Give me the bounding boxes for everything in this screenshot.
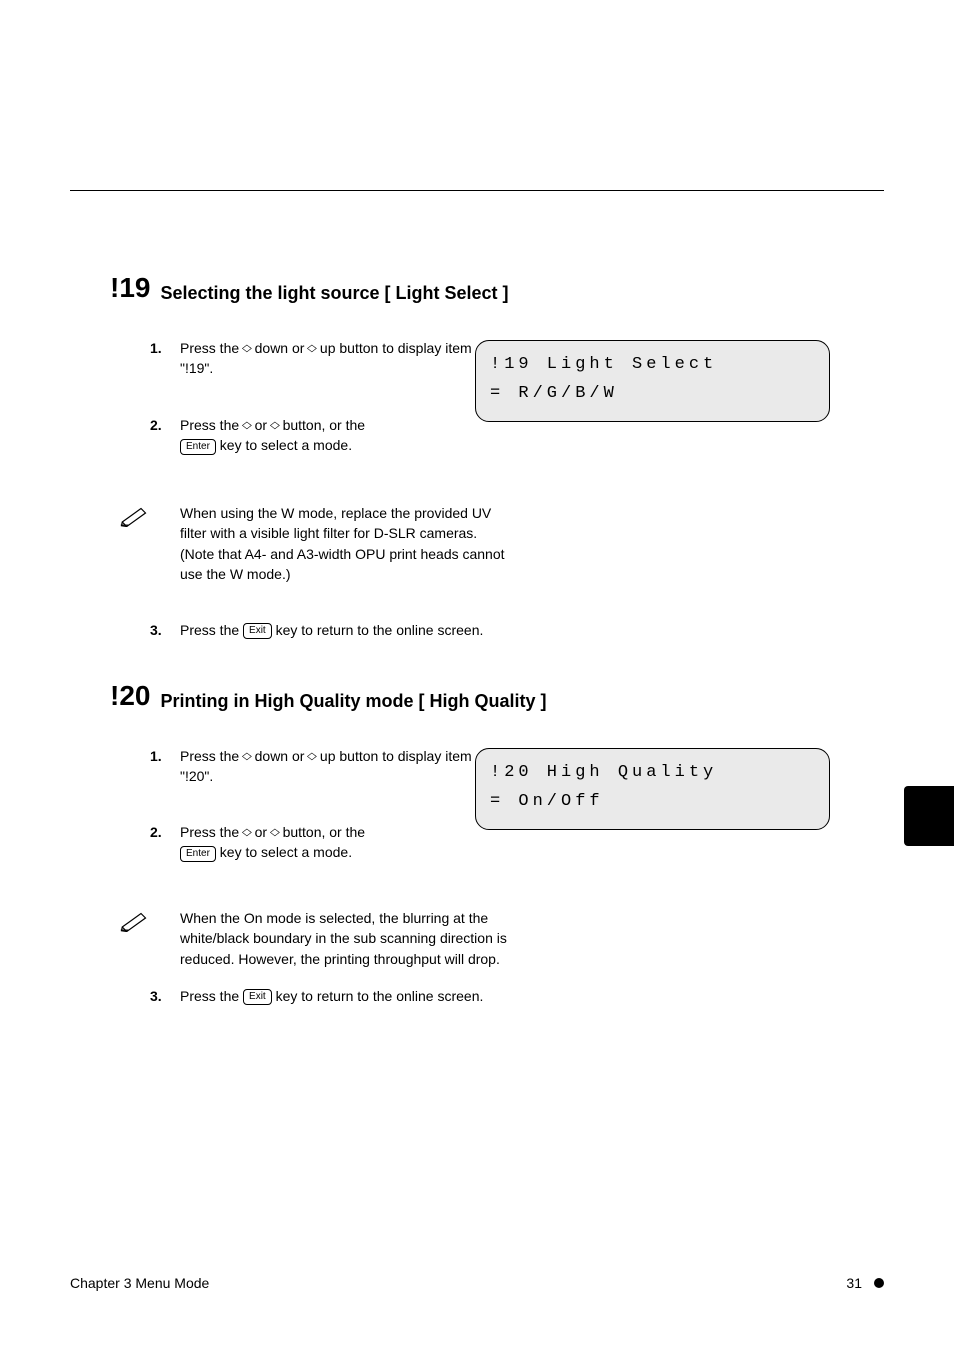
- pencil-icon: [120, 910, 150, 937]
- text: or: [255, 824, 271, 840]
- step-text: Press the ◇ or ◇ button, or the Enter ke…: [180, 415, 490, 456]
- text: Press the: [180, 748, 243, 764]
- text: or: [255, 417, 271, 433]
- diamond-up-icon: ◇: [307, 750, 317, 765]
- text: down or: [255, 748, 309, 764]
- lcd-line-2: = On/Off: [490, 788, 815, 817]
- step-text: Press the Exit key to return to the onli…: [180, 620, 510, 640]
- text: down or: [255, 340, 309, 356]
- diamond-left-icon: ◇: [242, 419, 252, 434]
- enter-key: Enter: [180, 846, 216, 862]
- enter-key: Enter: [180, 439, 216, 455]
- lcd-line-1: !20 High Quality: [490, 759, 815, 788]
- note-text: When the On mode is selected, the blurri…: [180, 908, 520, 969]
- exit-key: Exit: [243, 623, 272, 639]
- text: key to return to the online screen.: [276, 988, 484, 1004]
- text: Press the: [180, 824, 243, 840]
- lcd-line-2: = R/G/B/W: [490, 380, 815, 409]
- diamond-right-icon: ◇: [270, 826, 280, 841]
- step-number: 1.: [150, 338, 162, 358]
- diamond-up-icon: ◇: [307, 342, 317, 357]
- text: Press the: [180, 622, 243, 638]
- step-text: Press the Exit key to return to the onli…: [180, 986, 510, 1006]
- text: Press the: [180, 417, 243, 433]
- step-number: 2.: [150, 415, 162, 435]
- diamond-down-icon: ◇: [242, 750, 252, 765]
- page-footer: Chapter 3 Menu Mode 31: [70, 1275, 884, 1291]
- section-number: !19: [110, 272, 150, 304]
- diamond-right-icon: ◇: [270, 419, 280, 434]
- step-text: Press the ◇ down or ◇ up button to displ…: [180, 746, 490, 787]
- step-number: 3.: [150, 986, 162, 1006]
- step-number: 2.: [150, 822, 162, 842]
- side-tab: [904, 786, 954, 846]
- text: key to select a mode.: [220, 437, 352, 453]
- lcd-display-box: !19 Light Select = R/G/B/W: [475, 340, 830, 422]
- section-title: Printing in High Quality mode [ High Qua…: [160, 691, 546, 712]
- pencil-icon: [120, 505, 150, 532]
- step-text: Press the ◇ down or ◇ up button to displ…: [180, 338, 490, 379]
- text: Press the: [180, 340, 243, 356]
- section-title: Selecting the light source [ Light Selec…: [160, 283, 508, 304]
- section-number: !20: [110, 680, 150, 712]
- text: button, or the: [283, 824, 366, 840]
- note-text: When using the W mode, replace the provi…: [180, 503, 510, 584]
- dot-icon: [874, 1278, 884, 1288]
- lcd-display-box: !20 High Quality = On/Off: [475, 748, 830, 830]
- footer-chapter: Chapter 3 Menu Mode: [70, 1275, 209, 1291]
- step-number: 3.: [150, 620, 162, 640]
- section-20-heading: !20 Printing in High Quality mode [ High…: [110, 680, 546, 712]
- text: key to select a mode.: [220, 844, 352, 860]
- text: button, or the: [283, 417, 366, 433]
- page-number: 31: [846, 1275, 862, 1291]
- step-text: Press the ◇ or ◇ button, or the Enter ke…: [180, 822, 490, 863]
- diamond-down-icon: ◇: [242, 342, 252, 357]
- exit-key: Exit: [243, 989, 272, 1005]
- diamond-left-icon: ◇: [242, 826, 252, 841]
- section-19-heading: !19 Selecting the light source [ Light S…: [110, 272, 509, 304]
- lcd-line-1: !19 Light Select: [490, 351, 815, 380]
- text: Press the: [180, 988, 243, 1004]
- text: key to return to the online screen.: [276, 622, 484, 638]
- step-number: 1.: [150, 746, 162, 766]
